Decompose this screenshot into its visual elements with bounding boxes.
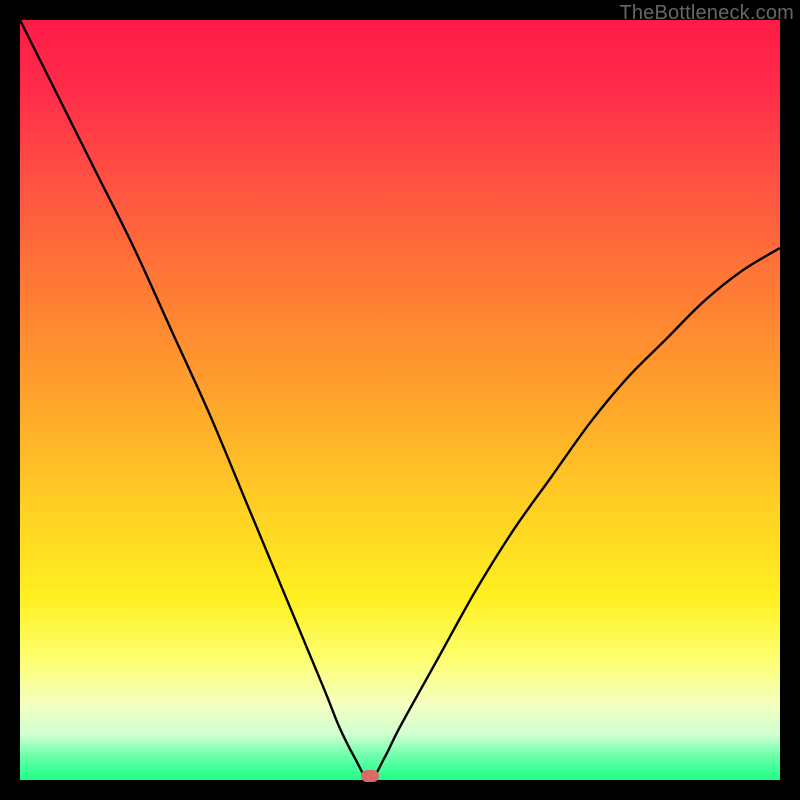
curve-svg — [20, 20, 780, 780]
chart-container: TheBottleneck.com — [0, 0, 800, 800]
bottleneck-curve-path — [20, 20, 780, 780]
plot-area — [20, 20, 780, 780]
optimum-marker — [361, 770, 379, 782]
